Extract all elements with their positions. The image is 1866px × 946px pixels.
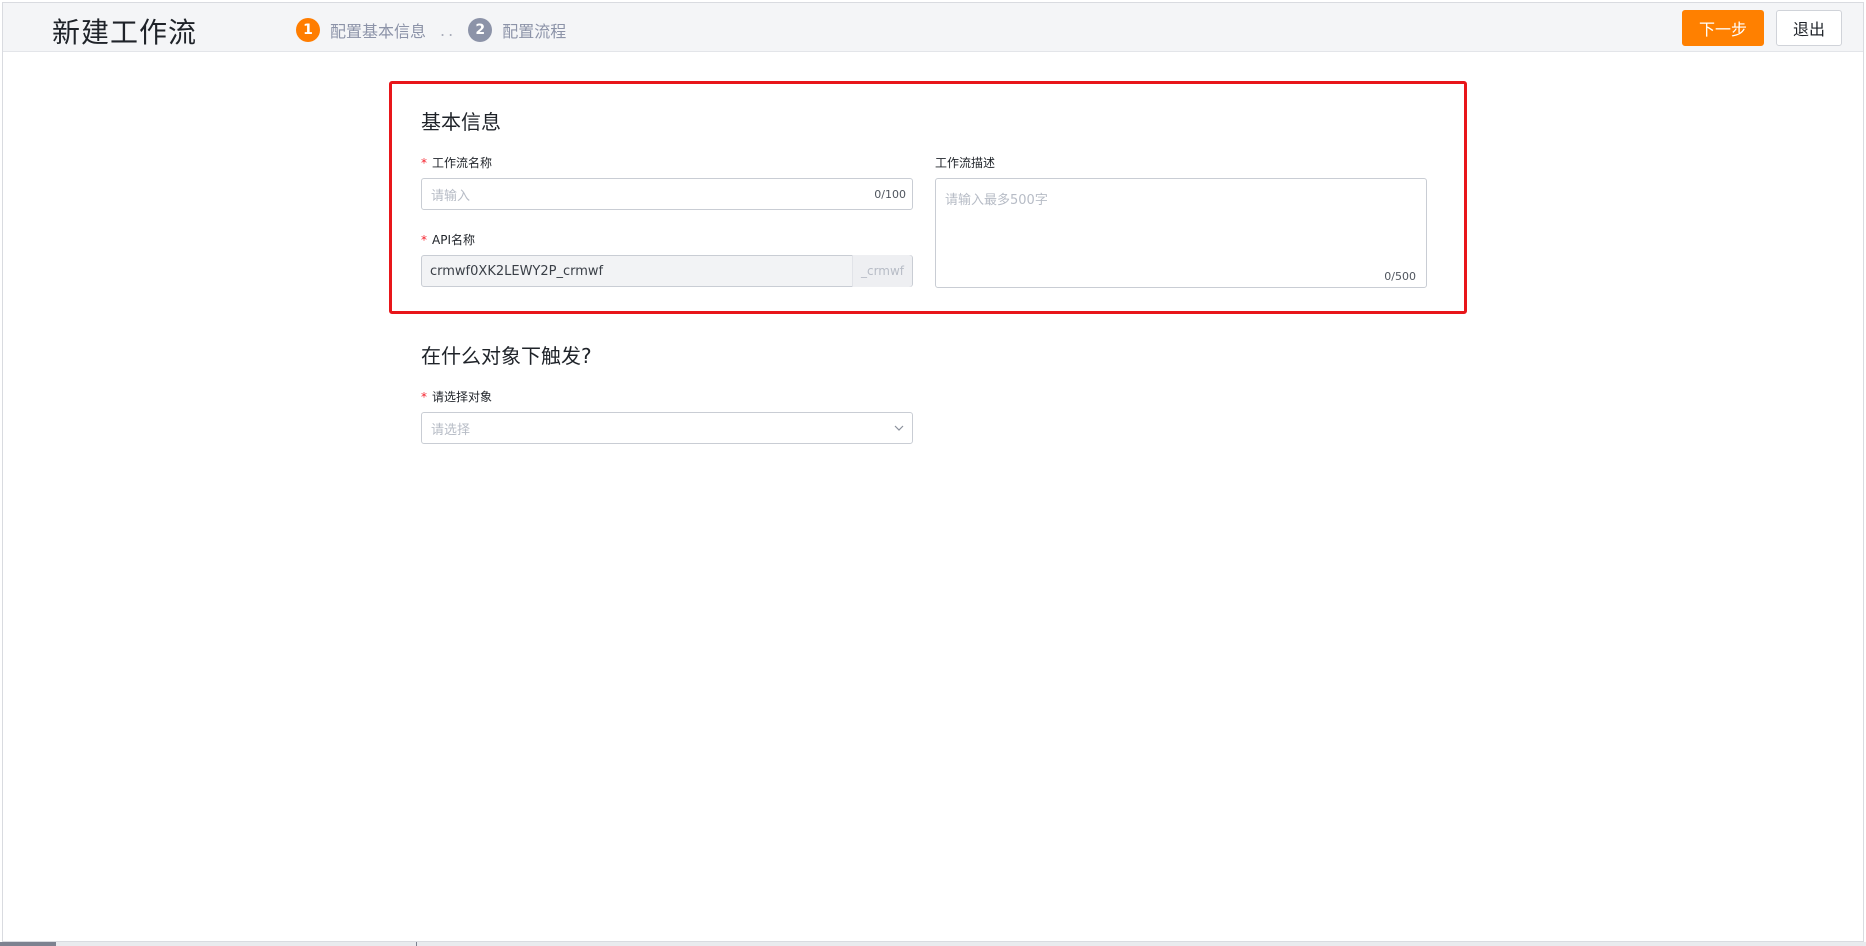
basic-info-title: 基本信息 [421,110,501,134]
api-name-label: * API名称 [421,231,475,248]
workflow-name-label: * 工作流名称 [421,154,492,171]
object-label: * 请选择对象 [421,388,492,405]
step-number-1: 1 [296,18,320,42]
description-label: 工作流描述 [935,156,996,170]
page-header: 新建工作流 1 配置基本信息 .. 2 配置流程 下一步 退出 [3,3,1863,52]
scrollbar-mark [416,942,417,946]
workflow-name-counter: 0/100 [874,187,906,201]
workflow-name-input[interactable]: 请输入 0/100 [421,178,913,210]
step-label-basic-info: 配置基本信息 [330,22,427,41]
page-title: 新建工作流 [52,16,198,49]
required-mark: * [421,156,427,170]
api-name-suffix: _crmwf [852,255,912,287]
description-textarea[interactable]: 请输入最多500字 0/500 [935,178,1427,288]
object-select-placeholder: 请选择 [431,422,471,438]
bottom-scrollbar[interactable] [0,942,1866,946]
required-mark: * [421,390,427,404]
api-name-value: crmwf0XK2LEWY2P_crmwf [430,263,604,279]
step-label-flow: 配置流程 [502,22,567,41]
api-name-input[interactable]: crmwf0XK2LEWY2P_crmwf _crmwf [421,255,913,287]
chevron-down-icon [894,425,904,431]
step-flow[interactable]: 2 配置流程 [468,18,566,42]
scrollbar-thumb-left [0,942,56,946]
trigger-title: 在什么对象下触发? [421,344,592,368]
step-separator: .. [440,20,457,40]
step-number-2: 2 [468,18,493,42]
description-counter: 0/500 [1384,270,1416,283]
required-mark: * [421,233,427,247]
object-label-text: 请选择对象 [432,390,493,404]
workflow-name-placeholder: 请输入 [431,188,471,204]
exit-button[interactable]: 退出 [1776,10,1842,46]
step-basic-info[interactable]: 1 配置基本信息 [296,18,426,42]
workflow-name-label-text: 工作流名称 [432,156,493,170]
next-step-button[interactable]: 下一步 [1682,10,1764,46]
api-name-label-text: API名称 [432,233,475,247]
description-placeholder: 请输入最多500字 [945,193,1048,208]
app-window: 新建工作流 1 配置基本信息 .. 2 配置流程 下一步 退出 基本信息 * 工作… [2,2,1864,942]
object-select[interactable]: 请选择 [421,412,913,444]
step-indicator: 1 配置基本信息 .. 2 配置流程 [296,16,566,44]
